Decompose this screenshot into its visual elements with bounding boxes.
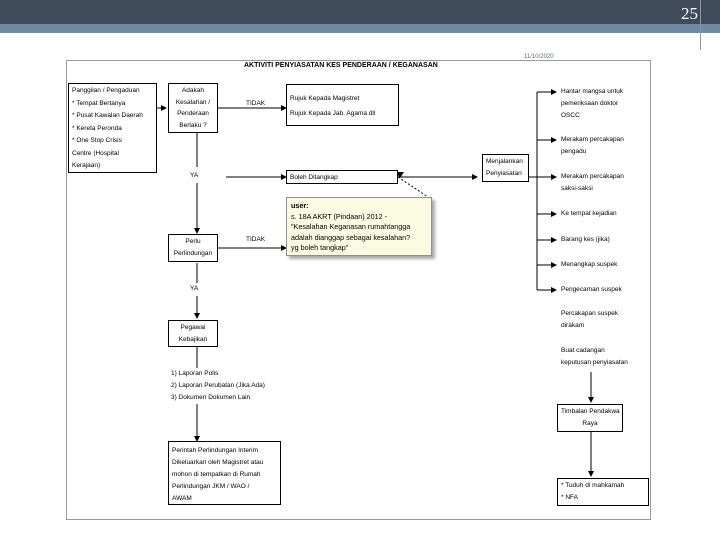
- menjalankan-line: Penyiasatan: [486, 170, 522, 177]
- decision-line: Kesalahan /: [175, 98, 211, 106]
- interim-line: Dikeluarkan oleh Magistret atau: [172, 459, 264, 466]
- intake-line: * Pusat Kawalan Daerah: [72, 112, 143, 119]
- intake-line: Centre (Hospital: [72, 149, 119, 157]
- boleh-tangkap-box: Boleh Ditangkap: [286, 170, 398, 184]
- tidak-label-2: TIDAK: [246, 236, 266, 243]
- step-cadangan: Buat cadangan keputusan penyiasatan: [561, 347, 628, 366]
- decision-line: Adakah: [181, 87, 205, 94]
- decision-line: Penderaan: [177, 110, 209, 117]
- intake-line: * One Stop Crisis: [72, 137, 122, 144]
- step-pengadu: Merakam percakapan pengadu: [561, 136, 624, 155]
- results-box: * Tuduh di mahkamah * NFA: [557, 478, 649, 506]
- laporan-item: 2) Laporan Perubatan (Jika Ada): [171, 382, 265, 389]
- pegawai-line: Kebajikan: [178, 336, 208, 343]
- pegawai-box: Pegawai Kebajikan: [168, 320, 218, 347]
- step-tempat-kejadian: Ke tempat kejadian: [561, 210, 617, 217]
- ya-label: YA: [190, 172, 199, 179]
- perlu-perlindungan-box: Perlu Perlindungan: [168, 234, 218, 262]
- intake-line: * Tempat Bertanya: [72, 99, 126, 107]
- timbalan-line: Timbalan Pendakwa: [561, 408, 620, 415]
- laporan-item: 1) Laporan Polis: [171, 370, 219, 377]
- note-line: "Kesalahan Keganasan rumahtangga: [291, 222, 411, 231]
- menjalankan-box: Menjalankan Penyiasatan: [482, 154, 529, 182]
- timbalan-box: Timbalan Pendakwa Raya: [557, 404, 623, 432]
- intake-line: * Kereta Peronda: [72, 124, 122, 132]
- interim-box: Perintah Perlindungan Interim Dikeluarka…: [168, 441, 281, 505]
- result-line: * NFA: [561, 494, 578, 501]
- pegawai-line: Pegawai: [180, 324, 206, 331]
- menjalankan-line: Menjalankan: [486, 158, 523, 165]
- timbalan-line: Raya: [582, 420, 598, 427]
- note-heading: user:: [291, 201, 309, 210]
- step-pengecaman: Pengecaman suspek: [561, 286, 622, 293]
- intake-box: Panggilan / Pengaduan * Tempat Bertanya …: [68, 83, 157, 173]
- perlu-line: Perlindungan: [173, 250, 213, 257]
- interim-line: Perintah Perlindungan Interim: [172, 447, 258, 454]
- note-line: s. 18A AKRT (Pindaan) 2012 -: [291, 211, 388, 221]
- result-line: * Tuduh di mahkamah: [561, 482, 625, 489]
- decision-line: Berlaku ?: [179, 121, 207, 129]
- note-pointer: [397, 176, 429, 198]
- intake-line: Panggilan / Pengaduan: [72, 87, 140, 94]
- interim-line: AWAM: [172, 495, 192, 502]
- referral-line: Rujuk Kepada Magistret: [290, 95, 360, 102]
- interim-line: mohon di tempatkan di Rumah: [172, 471, 261, 478]
- step-barang-kes: Barang kes (jika): [561, 236, 610, 243]
- laporan-list: 1) Laporan Polis 2) Laporan Perubatan (J…: [171, 368, 265, 404]
- step-doctor: Hantar mangsa untuk pemeriksaan doktor OSC…: [561, 88, 624, 119]
- tidak-label: TIDAK: [246, 100, 266, 107]
- perlu-line: Perlu: [185, 238, 201, 245]
- step-percakapan-suspek: Percakapan suspek dirakam: [561, 310, 619, 329]
- comment-note: user: s. 18A AKRT (Pindaan) 2012 - "Kesa…: [286, 197, 432, 256]
- laporan-item: 3) Dokumen Dokumen Lain: [171, 394, 251, 401]
- decision-box: Adakah Kesalahan / Penderaan Berlaku ?: [168, 83, 218, 133]
- note-line: adalah dianggap sebagai kesalahan?: [291, 232, 411, 242]
- note-line: yg boleh tangkap": [291, 243, 349, 252]
- interim-line: Perlindungan JKM / WAO /: [172, 483, 250, 490]
- referral-box: Rujuk Kepada Magistret Rujuk Kepada Jab.…: [286, 84, 399, 126]
- step-tangkap-suspek: Menangkap suspek: [561, 261, 618, 268]
- step-saksi: Merakam percakapan saksi-saksi: [561, 173, 624, 192]
- referral-line: Rujuk Kepada Jab. Agama dll: [290, 110, 376, 117]
- ya-label-2: YA: [190, 285, 199, 292]
- intake-line: Kerajaan): [72, 162, 101, 169]
